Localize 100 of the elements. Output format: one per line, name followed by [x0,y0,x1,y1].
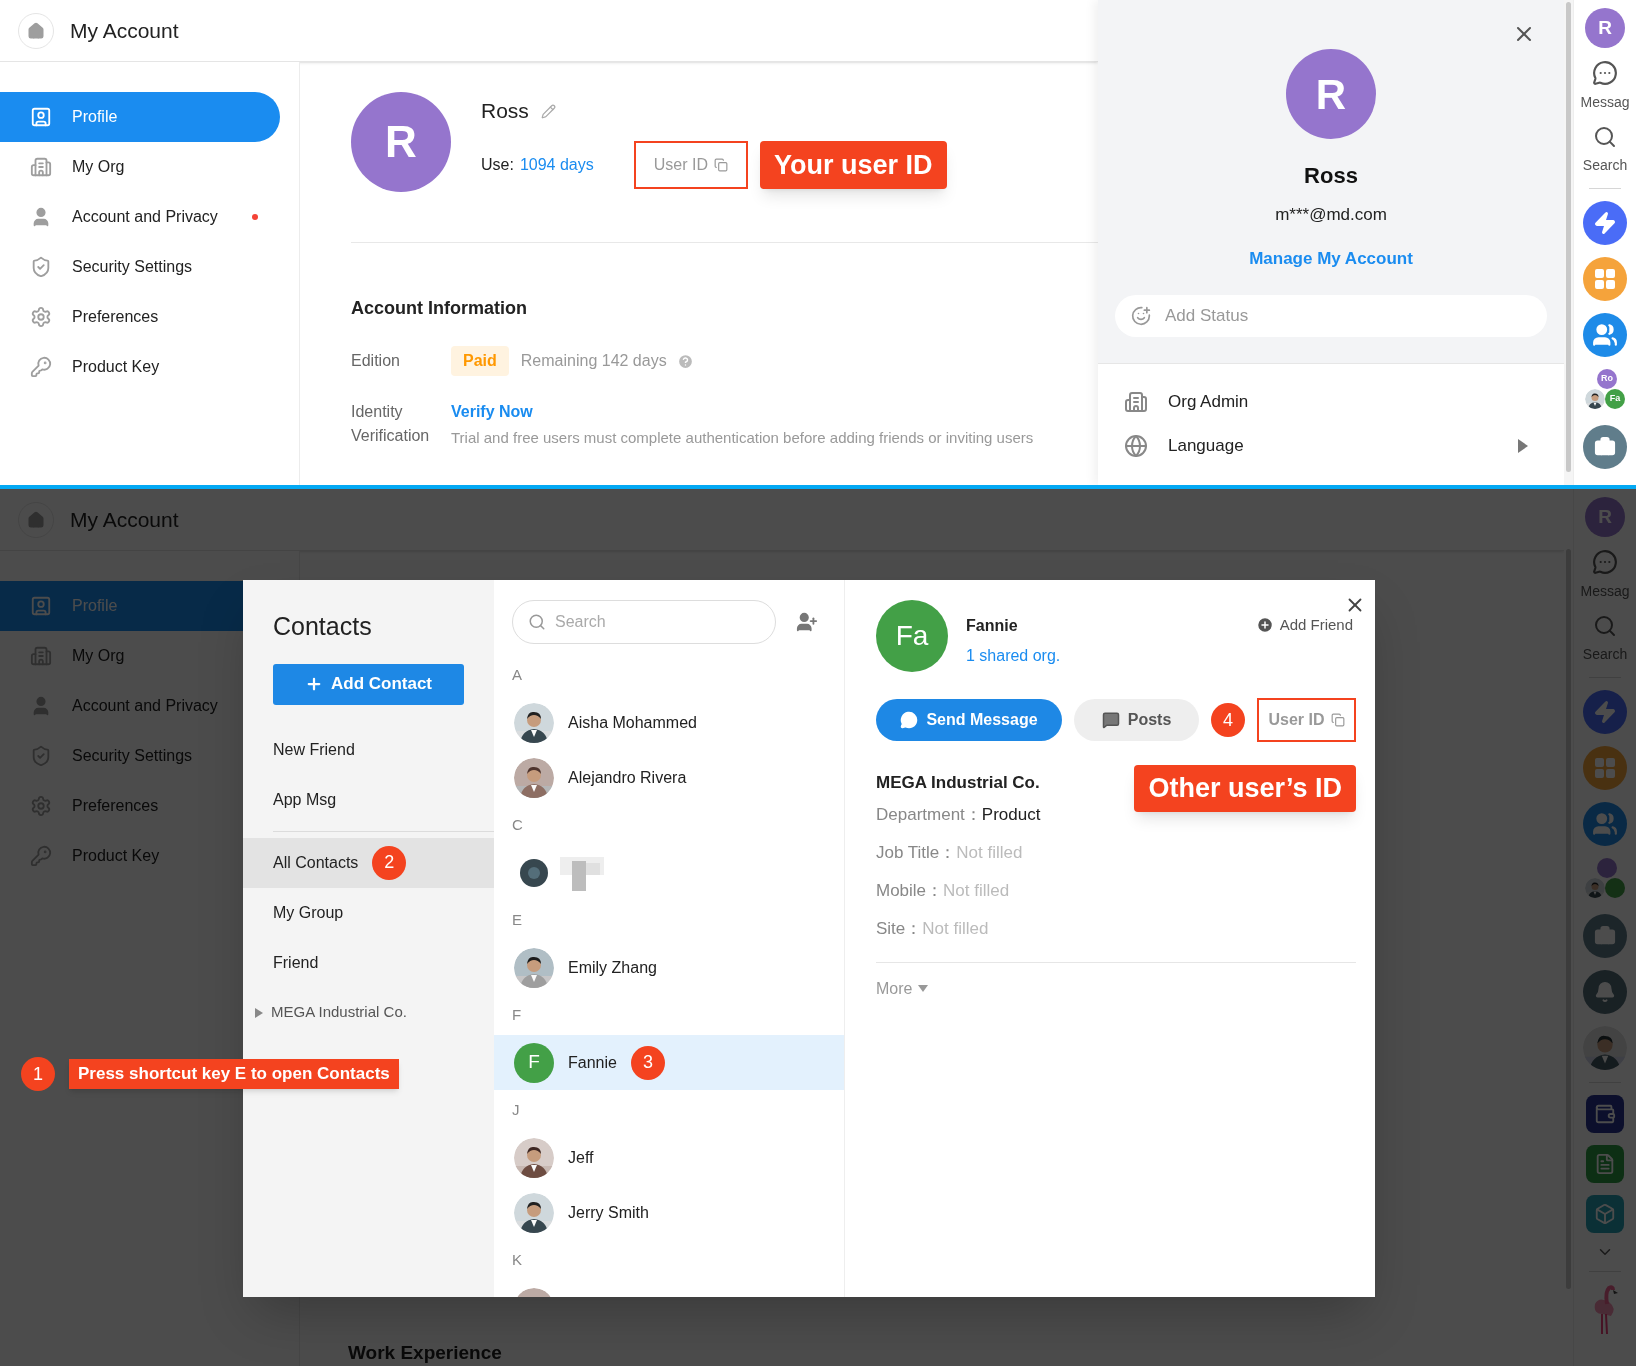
callout-label: Other user’s ID [1134,765,1356,812]
copy-icon [1330,713,1345,727]
profile-card-icon [30,106,52,128]
index-letter: K [512,1249,522,1270]
field-label: Job Title： [876,841,957,864]
field-label: Mobile： [876,879,944,902]
user-email: m***@md.com [1275,204,1387,226]
use-days: 1094 days [519,152,594,177]
contact-row[interactable]: Jerry Smith [494,1185,844,1240]
org-tree-item[interactable]: MEGA Industrial Co. [243,987,494,1038]
index-letter: C [512,814,523,835]
step-badge: 4 [1211,703,1245,737]
menu-item[interactable]: Org Admin [1098,380,1564,424]
avatar: Fa [1605,389,1625,409]
search-icon[interactable] [1593,125,1617,149]
posts-button[interactable]: Posts [1074,699,1199,741]
settings-icon [30,306,52,328]
org-name: MEGA Industrial Co. [876,772,1040,794]
rail-label: Messag [1580,93,1630,112]
building-icon [1124,390,1148,414]
contact-name: Fannie [966,616,1019,636]
building-icon [30,156,52,178]
key-icon [30,356,52,378]
remaining-days: Remaining 142 days [520,349,667,373]
field-value: Not filled [922,917,989,940]
section-title: Account Information [351,297,528,320]
search-icon [528,613,546,631]
chat-bubble-icon [900,711,919,729]
use-label: Use: [481,154,514,175]
nav-item[interactable]: App Msg [243,774,494,825]
sidebar-item[interactable]: Security Settings [0,242,280,292]
field-value: Not filled [956,841,1023,864]
step-badge: 2 [372,845,407,880]
sidebar-item[interactable]: Account and Privacy [0,192,280,242]
contact-row[interactable]: Aisha Mohammed [494,695,844,750]
nav-item[interactable]: My Group [243,887,494,938]
help-icon[interactable] [676,352,694,370]
contact-name: Emily Zhang [568,957,657,978]
status-field[interactable]: Add Status [1115,295,1547,337]
nav-item[interactable]: New Friend [243,724,494,775]
contact-name: Jeff [568,1147,594,1168]
section-title: Work Experience [348,1342,502,1363]
search-field[interactable]: Search [512,600,776,644]
index-letter: F [512,1004,522,1025]
field-label: Identity Verification [351,402,431,446]
menu-item[interactable]: Language [1098,424,1564,468]
home-icon [27,21,45,40]
nav-item[interactable]: Friend [243,937,494,988]
grid-icon[interactable] [1583,257,1627,301]
contact-row[interactable]: Alejandro Rivera [494,750,844,805]
nav-item[interactable]: All Contacts 2 [243,837,494,888]
rail-label: Search [1582,156,1628,175]
contact-row[interactable]: Emily Zhang [494,940,844,995]
contact-name: Alejandro Rivera [568,767,687,788]
add-person-icon[interactable] [796,611,818,633]
user-name: Ross [1304,162,1358,190]
field-label: Department： [876,803,982,826]
contact-row[interactable]: Jeff [494,1130,844,1185]
avatar: Ro [1597,369,1617,389]
profile-avatar: R [1286,49,1376,139]
profile-avatar: R [351,92,451,192]
globe-icon [1124,434,1148,458]
field-value: Not filled [943,879,1010,902]
user-avatar[interactable]: R [1585,8,1625,48]
edit-icon[interactable] [540,103,556,119]
scrollbar[interactable] [1566,2,1571,472]
add-contact-button[interactable]: Add Contact [273,663,464,705]
add-friend-button[interactable]: Add Friend [1255,614,1353,637]
sidebar-item[interactable]: My Org [0,142,280,192]
page-title: My Account [70,17,179,44]
index-letter: J [512,1099,520,1120]
sidebar-item[interactable]: Product Key [0,342,280,392]
index-letter: A [512,664,522,685]
verify-note: Trial and free users must complete authentication before adding friends or inviting users [451,428,1034,448]
plus-icon [1255,616,1274,635]
contact-avatar: Fa [876,600,948,672]
contact-row[interactable]: F Fannie 3 [494,1035,844,1090]
shortcut-hint: Press shortcut key E to open Contacts [69,1059,399,1089]
field-label: Edition [351,351,401,371]
bolt-icon[interactable] [1583,201,1627,245]
dialog-title: Contacts [272,611,373,642]
index-letter: E [512,909,522,930]
step-badge: 3 [630,1045,665,1080]
edition-badge: Paid [451,346,509,376]
page-title: My Account [70,506,179,533]
user-name: Ross [481,98,529,125]
briefcase-icon[interactable] [1583,425,1627,469]
shared-org-link[interactable]: 1 shared org. [966,644,1238,668]
caret-down-icon [918,985,929,992]
callout-label: Your user ID [760,140,947,189]
contact-name: Jerry Smith [568,1202,649,1223]
team-icon[interactable] [1583,313,1627,357]
smiley-icon [1131,306,1151,326]
chat-bubble-icon[interactable] [1592,60,1618,86]
send-message-button[interactable]: Send Message [876,699,1062,741]
contact-name: Fannie [568,1052,617,1073]
copy-icon [714,157,728,172]
contact-name: Aisha Mohammed [568,712,697,733]
sidebar-item[interactable]: Preferences [0,292,280,342]
shield-icon [30,256,52,278]
